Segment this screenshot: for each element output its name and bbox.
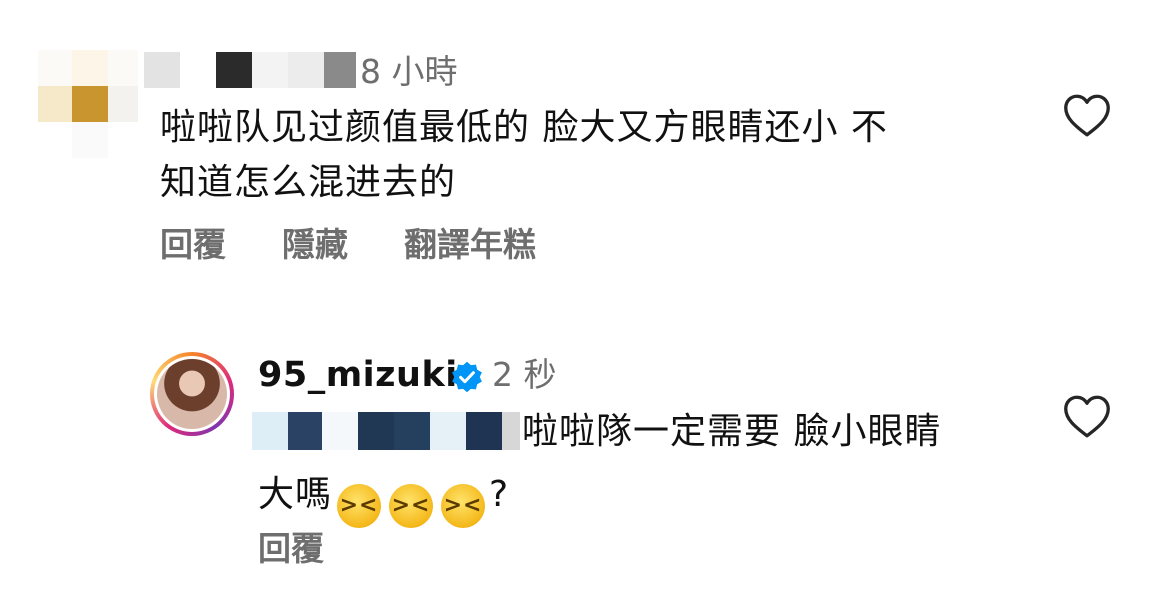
comment-2-username[interactable]: 95_mizuki <box>258 358 458 393</box>
comment-2-text: 啦啦隊一定需要 臉小眼睛 大嗎😆><><><? <box>258 404 1038 534</box>
question-mark: ? <box>489 474 510 515</box>
avatar-photo <box>157 359 227 429</box>
comment-1-hide-button[interactable]: 隱藏 <box>282 228 348 261</box>
comment-2-reply-button[interactable]: 回覆 <box>258 532 324 565</box>
avatar-pixelated[interactable] <box>38 50 138 160</box>
grinning-squinting-face-icon: >< <box>337 484 382 528</box>
comment-1-reply-button[interactable]: 回覆 <box>160 228 226 261</box>
comment-2-time: 2 秒 <box>492 355 557 394</box>
verified-badge-icon <box>452 361 482 393</box>
avatar[interactable] <box>150 352 234 436</box>
comment-1-text-line-2: 知道怎么混进去的 <box>160 162 457 203</box>
comment-2-text-line-1: 啦啦隊一定需要 臉小眼睛 <box>522 411 942 452</box>
grinning-squinting-face-icon: >< <box>441 484 486 528</box>
comment-1-time: 8 小時 <box>360 52 458 91</box>
comment-1-translate-button[interactable]: 翻譯年糕 <box>404 228 536 261</box>
heart-icon[interactable] <box>1062 393 1112 439</box>
comment-1-text-line-1: 啦啦队见过颜值最低的 脸大又方眼睛还小 不 <box>160 107 888 148</box>
comment-2-text-line-2: 大嗎 <box>258 474 333 515</box>
heart-icon[interactable] <box>1062 92 1112 138</box>
grinning-squinting-face-icon: >< <box>389 484 434 528</box>
comment-1-text: 啦啦队见过颜值最低的 脸大又方眼睛还小 不 知道怎么混进去的 <box>160 100 1040 210</box>
username-pixelated[interactable] <box>144 52 356 88</box>
